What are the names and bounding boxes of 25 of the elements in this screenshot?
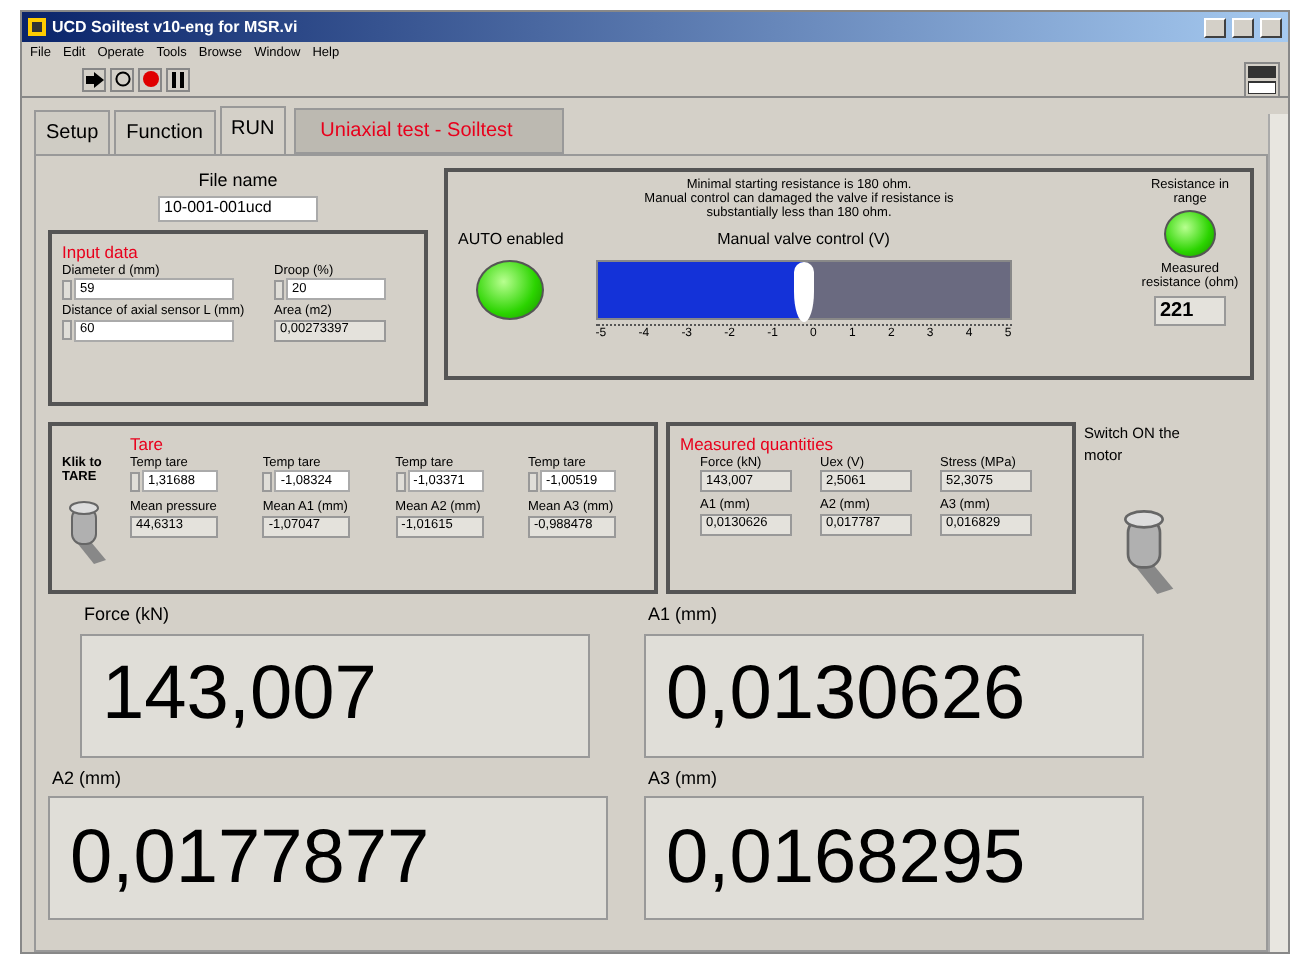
run-arrow-icon[interactable] xyxy=(82,67,106,91)
large-numeric-display: 143,007 xyxy=(80,633,590,757)
large-numeric-display: 0,0130626 xyxy=(644,633,1144,757)
display-label: A3 (mm) xyxy=(646,765,719,792)
display-label: A1 (mm) xyxy=(646,602,719,628)
pause-icon[interactable] xyxy=(166,67,190,91)
display-label: A2 (mm) xyxy=(50,765,123,792)
tab[interactable]: Function xyxy=(114,110,215,154)
tab[interactable]: RUN xyxy=(219,106,287,154)
window-title: UCD Soiltest v10-eng for MSR.vi xyxy=(52,15,298,39)
panel-title: Uniaxial test - Soiltest xyxy=(294,108,565,154)
file-name-field[interactable]: 10-001-001ucd xyxy=(158,195,318,221)
app-icon xyxy=(28,18,46,36)
panel-title: Input data xyxy=(62,239,140,264)
panel-title: Measured quantities xyxy=(680,431,836,456)
large-numeric-display: 0,0168295 xyxy=(644,796,1144,920)
led-label: AUTO enabled xyxy=(458,228,564,253)
large-numeric-display: 0,0177877 xyxy=(48,796,608,920)
display-label: Force (kN) xyxy=(82,602,171,628)
panel-title: Tare xyxy=(130,431,166,457)
slider-label: Manual valve control (V) xyxy=(717,228,890,253)
run-continuous-icon[interactable] xyxy=(110,67,134,91)
field-label: File name xyxy=(196,168,280,194)
tab[interactable]: Setup xyxy=(34,110,111,154)
resistance-indicator: 221 xyxy=(1154,295,1226,326)
